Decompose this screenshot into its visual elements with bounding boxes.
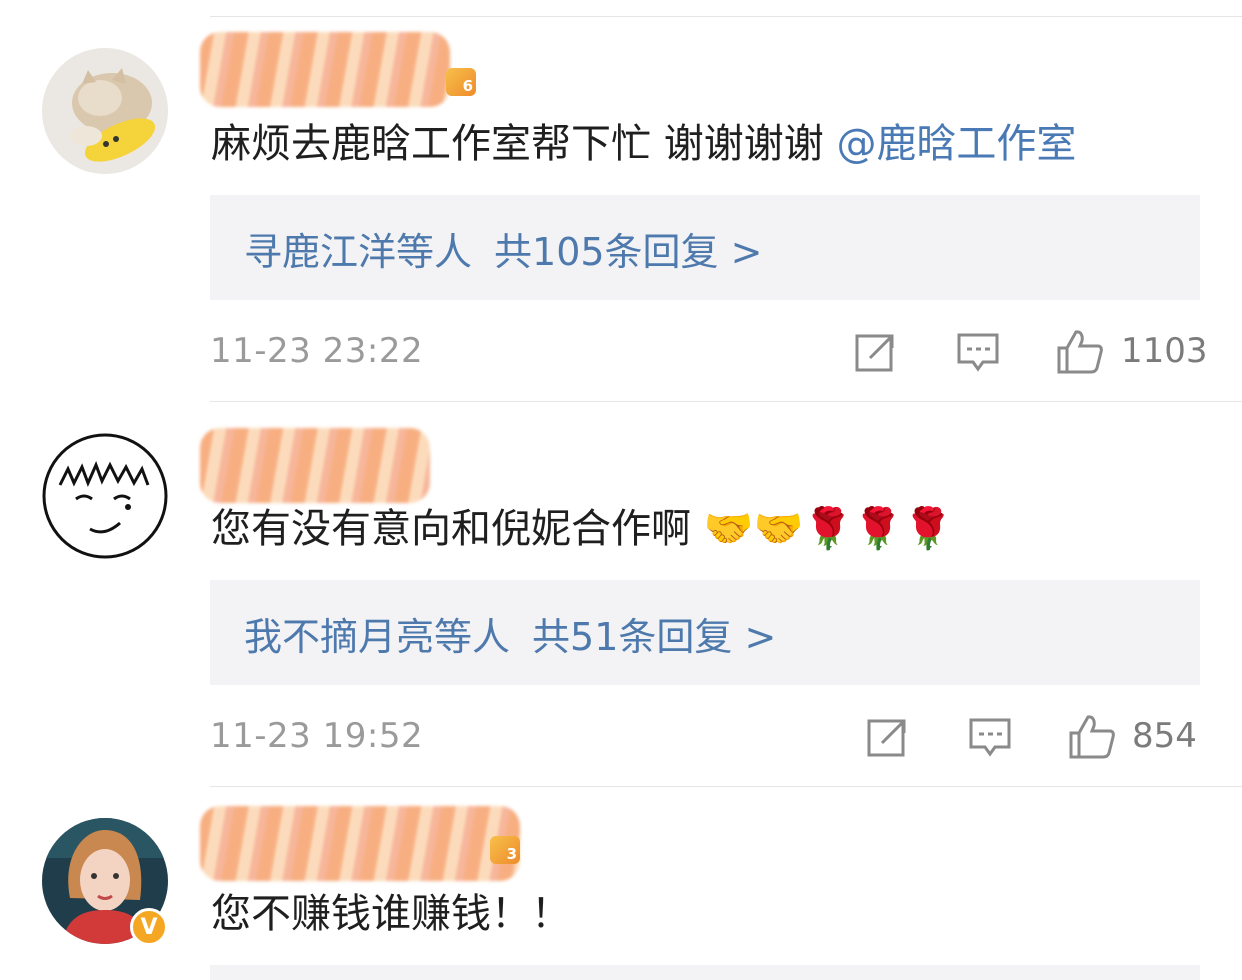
divider	[210, 401, 1242, 402]
verified-v-icon: V	[130, 908, 168, 946]
divider	[210, 786, 1242, 787]
username-redacted[interactable]	[200, 428, 430, 503]
member-level-badge: 3	[490, 836, 520, 864]
avatar-cat[interactable]	[42, 48, 168, 174]
like-count: 854	[1132, 716, 1197, 756]
comment-text: 麻烦去鹿晗工作室帮下忙 谢谢谢谢 @鹿晗工作室	[211, 121, 1077, 167]
thumbs-up-icon[interactable]	[1056, 328, 1104, 374]
share-icon[interactable]	[866, 715, 910, 759]
reply-count-link[interactable]: 共105条回复 >	[494, 230, 762, 274]
comment-text: 您有没有意向和倪妮合作啊 🤝🤝🌹🌹🌹	[211, 506, 953, 552]
reply-names: 我不摘月亮等人	[244, 615, 511, 659]
reply-count-link[interactable]: 共51条回复 >	[532, 615, 776, 659]
mention-link[interactable]: @鹿晗工作室	[836, 121, 1076, 167]
comment-time: 11-23 23:22	[210, 331, 424, 371]
reply-summary-box[interactable]: 寻鹿江洋等人 共105条回复 >	[210, 195, 1200, 300]
reply-summary-box[interactable]: 我不摘月亮等人 共51条回复 >	[210, 580, 1200, 685]
emoji-handshake-rose: 🤝🤝🌹🌹🌹	[703, 506, 953, 552]
top-divider	[210, 16, 1242, 17]
avatar-doodle[interactable]	[42, 433, 168, 559]
comment-icon[interactable]	[956, 330, 1000, 374]
like-count: 1103	[1121, 331, 1208, 371]
comment-text: 您不赚钱谁赚钱！！	[211, 891, 571, 937]
member-level-badge: 6	[446, 68, 476, 96]
thumbs-up-icon[interactable]	[1068, 713, 1116, 759]
reply-names: 寻鹿江洋等人	[244, 230, 473, 274]
username-redacted[interactable]	[200, 806, 520, 881]
comment-icon[interactable]	[968, 715, 1012, 759]
username-redacted[interactable]	[200, 32, 450, 107]
reply-summary-box[interactable]	[210, 965, 1200, 980]
share-icon[interactable]	[854, 330, 898, 374]
comment-time: 11-23 19:52	[210, 716, 424, 756]
